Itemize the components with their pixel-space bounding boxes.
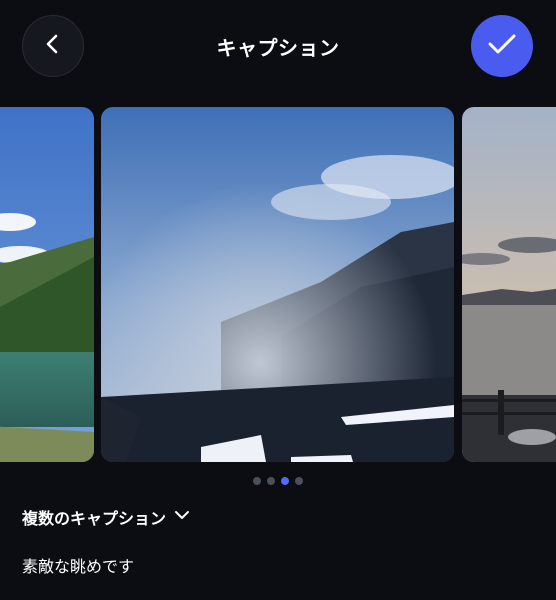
confirm-button[interactable] (471, 15, 533, 77)
caption-mode-toggle[interactable]: 複数のキャプション (22, 505, 190, 529)
caption-input[interactable] (22, 550, 532, 580)
checkmark-icon (485, 27, 519, 65)
chevron-down-icon (174, 507, 190, 527)
photo-carousel[interactable] (0, 107, 556, 462)
photo-lake-hills (0, 107, 94, 462)
page-indicator (0, 477, 556, 485)
page-dot[interactable] (295, 477, 303, 485)
photo-slide-current[interactable] (101, 107, 454, 462)
header-bar: キャプション (0, 0, 556, 92)
page-dot[interactable] (267, 477, 275, 485)
photo-sunset-lake (462, 107, 556, 462)
photo-slide-previous[interactable] (0, 107, 94, 462)
photo-slide-next[interactable] (462, 107, 556, 462)
photo-misty-mountain (101, 107, 454, 462)
caption-mode-label: 複数のキャプション (22, 509, 167, 528)
page-dot-active[interactable] (281, 477, 289, 485)
page-dot[interactable] (253, 477, 261, 485)
